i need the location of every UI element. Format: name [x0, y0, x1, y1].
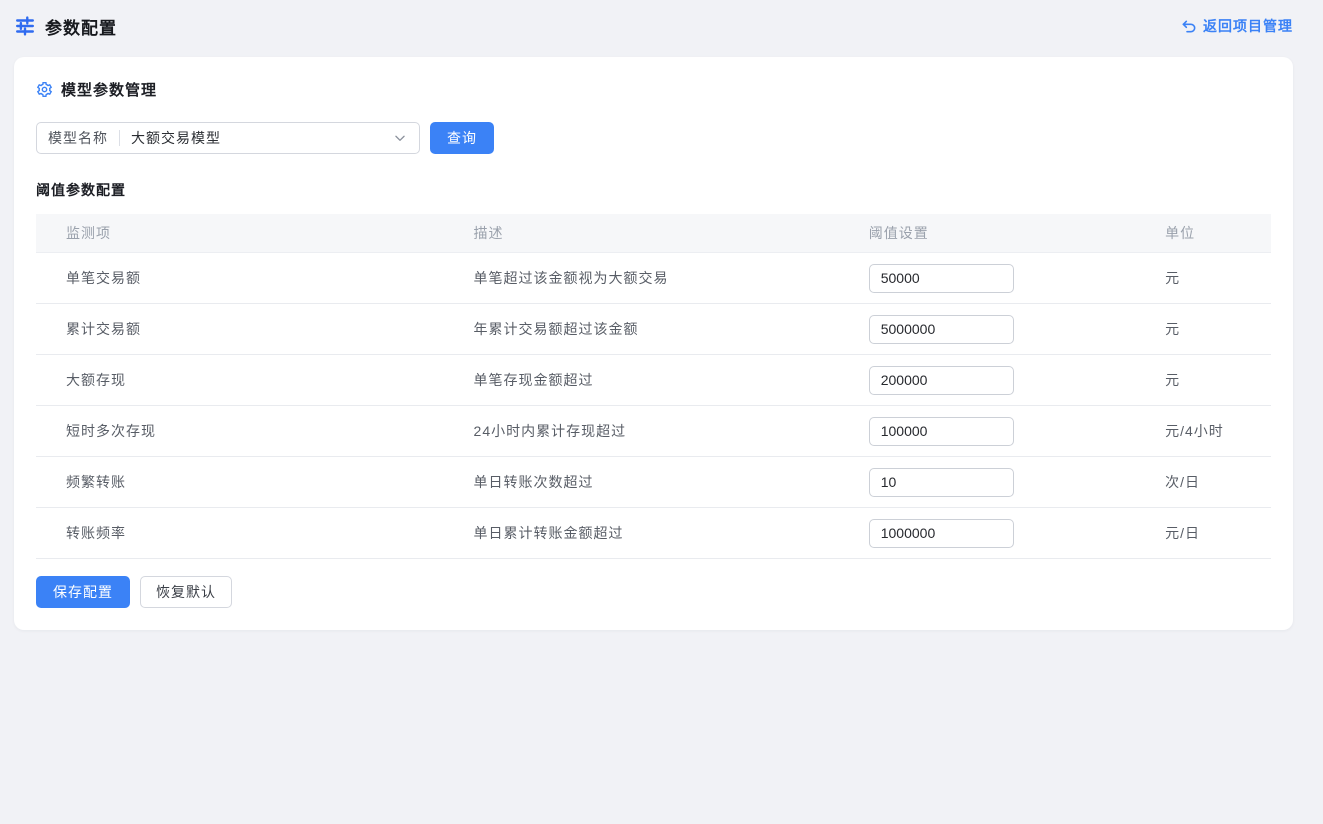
description-cell: 单日累计转账金额超过	[444, 508, 839, 559]
threshold-cell	[839, 406, 1135, 457]
threshold-input[interactable]	[869, 315, 1014, 344]
page-title: 参数配置	[45, 14, 117, 39]
table-row: 累计交易额 年累计交易额超过该金额 元	[36, 304, 1271, 355]
model-name-label: 模型名称	[37, 128, 119, 148]
table-row: 频繁转账 单日转账次数超过 次/日	[36, 457, 1271, 508]
description-cell: 年累计交易额超过该金额	[444, 304, 839, 355]
monitor-item-cell: 累计交易额	[36, 304, 444, 355]
card-title: 模型参数管理	[61, 79, 157, 100]
card-header: 模型参数管理	[36, 79, 1271, 100]
unit-cell: 次/日	[1135, 457, 1271, 508]
threshold-table: 监测项 描述 阈值设置 单位 单笔交易额 单笔超过该金额视为大额交易 元 累计交…	[36, 214, 1271, 559]
description-cell: 24小时内累计存现超过	[444, 406, 839, 457]
unit-cell: 元	[1135, 355, 1271, 406]
unit-cell: 元	[1135, 253, 1271, 304]
unit-cell: 元	[1135, 304, 1271, 355]
threshold-input[interactable]	[869, 417, 1014, 446]
column-header-value: 阈值设置	[839, 214, 1135, 253]
unit-cell: 元/日	[1135, 508, 1271, 559]
table-row: 单笔交易额 单笔超过该金额视为大额交易 元	[36, 253, 1271, 304]
description-cell: 单日转账次数超过	[444, 457, 839, 508]
filter-row: 模型名称 大额交易模型 查询	[36, 122, 1271, 154]
threshold-cell	[839, 508, 1135, 559]
monitor-item-cell: 转账频率	[36, 508, 444, 559]
save-config-button[interactable]: 保存配置	[36, 576, 130, 608]
threshold-section-title: 阈值参数配置	[36, 180, 1271, 200]
column-header-desc: 描述	[444, 214, 839, 253]
threshold-table-head: 监测项 描述 阈值设置 单位	[36, 214, 1271, 253]
back-to-project-link[interactable]: 返回项目管理	[1181, 16, 1293, 36]
threshold-input[interactable]	[869, 519, 1014, 548]
column-header-unit: 单位	[1135, 214, 1271, 253]
threshold-cell	[839, 355, 1135, 406]
monitor-item-cell: 频繁转账	[36, 457, 444, 508]
threshold-input[interactable]	[869, 468, 1014, 497]
model-parameter-card: 模型参数管理 模型名称 大额交易模型 查询 阈值参数配置 监测项 描述 阈值设置…	[14, 57, 1293, 630]
page-heading: 参数配置	[14, 14, 117, 39]
actions-row: 保存配置 恢复默认	[36, 576, 1271, 608]
threshold-cell	[839, 457, 1135, 508]
top-bar: 参数配置 返回项目管理	[0, 0, 1323, 52]
back-link-label: 返回项目管理	[1203, 16, 1293, 36]
sliders-icon	[14, 15, 36, 37]
threshold-cell	[839, 304, 1135, 355]
query-button[interactable]: 查询	[430, 122, 494, 154]
model-name-selected-value: 大额交易模型	[120, 128, 393, 148]
monitor-item-cell: 短时多次存现	[36, 406, 444, 457]
gear-icon	[36, 81, 53, 98]
chevron-down-icon	[393, 131, 419, 145]
table-row: 转账频率 单日累计转账金额超过 元/日	[36, 508, 1271, 559]
threshold-input[interactable]	[869, 366, 1014, 395]
threshold-cell	[839, 253, 1135, 304]
description-cell: 单笔存现金额超过	[444, 355, 839, 406]
column-header-item: 监测项	[36, 214, 444, 253]
restore-default-button[interactable]: 恢复默认	[140, 576, 232, 608]
threshold-table-body: 单笔交易额 单笔超过该金额视为大额交易 元 累计交易额 年累计交易额超过该金额 …	[36, 253, 1271, 559]
description-cell: 单笔超过该金额视为大额交易	[444, 253, 839, 304]
threshold-input[interactable]	[869, 264, 1014, 293]
undo-arrow-icon	[1181, 18, 1197, 34]
table-row: 大额存现 单笔存现金额超过 元	[36, 355, 1271, 406]
monitor-item-cell: 单笔交易额	[36, 253, 444, 304]
model-name-select[interactable]: 模型名称 大额交易模型	[36, 122, 420, 154]
table-row: 短时多次存现 24小时内累计存现超过 元/4小时	[36, 406, 1271, 457]
monitor-item-cell: 大额存现	[36, 355, 444, 406]
unit-cell: 元/4小时	[1135, 406, 1271, 457]
